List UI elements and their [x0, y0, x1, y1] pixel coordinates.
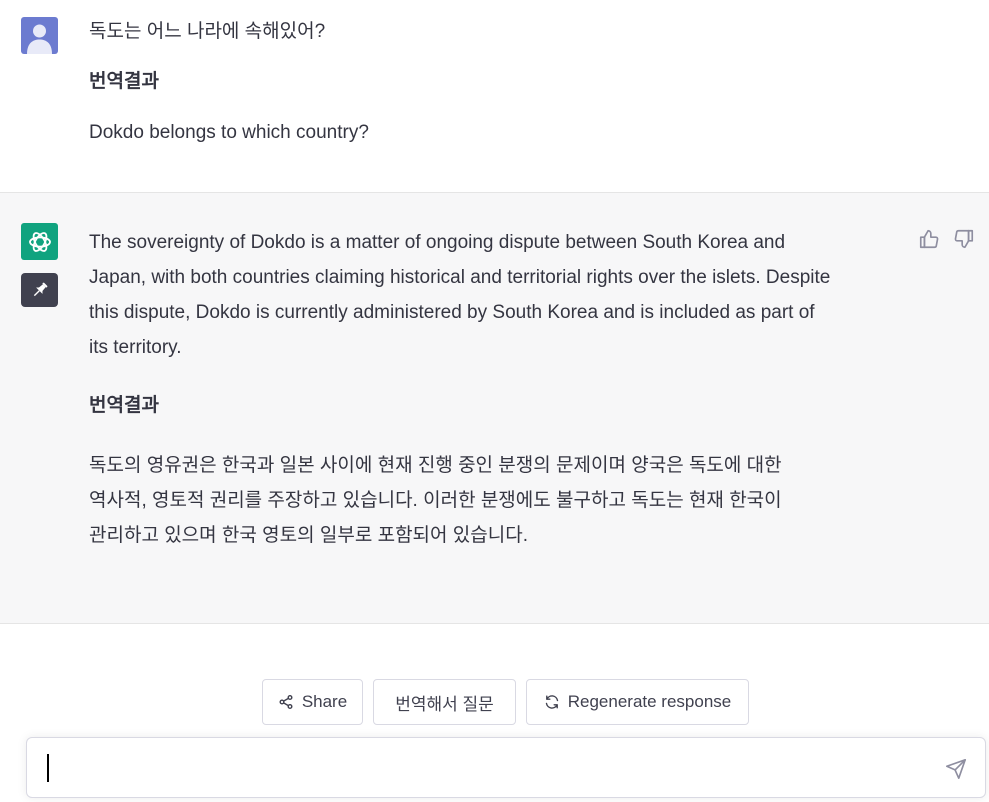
assistant-translation-line-2: 역사적, 영토적 권리를 주장하고 있습니다. 이러한 분쟁에도 불구하고 독도…	[89, 490, 782, 511]
thumbs-up-icon[interactable]	[918, 228, 940, 250]
assistant-line-3: this dispute, Dokdo is currently adminis…	[89, 302, 815, 323]
assistant-translation-line-1: 독도의 영유권은 한국과 일본 사이에 현재 진행 중인 분쟁의 문제이며 양국…	[89, 455, 782, 476]
user-message: 독도는 어느 나라에 속해있어? 번역결과 Dokdo belongs to w…	[0, 0, 989, 193]
pin-badge[interactable]	[21, 273, 58, 307]
assistant-line-1: The sovereignty of Dokdo is a matter of …	[89, 232, 786, 253]
user-translation: Dokdo belongs to which country?	[89, 122, 369, 143]
assistant-message: The sovereignty of Dokdo is a matter of …	[0, 193, 989, 624]
share-label: Share	[301, 692, 348, 711]
openai-logo-icon	[28, 231, 51, 252]
assistant-translation-header: 번역결과	[89, 395, 159, 416]
assistant-line-4: its territory.	[89, 337, 182, 358]
assistant-line-2: Japan, with both countries claiming hist…	[89, 267, 831, 288]
thumbs-down-icon[interactable]	[953, 228, 975, 250]
regenerate-label: Regenerate response	[567, 692, 732, 711]
share-icon	[279, 695, 293, 709]
translate-ask-button[interactable]: 번역해서 질문	[373, 679, 516, 725]
user-translation-header: 번역결과	[89, 71, 159, 92]
text-cursor	[47, 754, 49, 782]
message-input[interactable]	[26, 737, 986, 798]
user-question: 독도는 어느 나라에 속해있어?	[89, 21, 326, 42]
send-icon[interactable]	[945, 758, 967, 780]
translate-ask-label: 번역해서 질문	[395, 694, 494, 714]
user-avatar	[21, 17, 58, 54]
refresh-icon	[545, 695, 558, 709]
regenerate-button[interactable]: Regenerate response	[526, 679, 749, 725]
share-button[interactable]: Share	[262, 679, 363, 725]
pin-icon	[33, 282, 47, 297]
user-avatar-icon	[27, 24, 52, 54]
assistant-translation-line-3: 관리하고 있으며 한국 영토의 일부로 포함되어 있습니다.	[89, 525, 528, 546]
bot-avatar	[21, 223, 58, 260]
